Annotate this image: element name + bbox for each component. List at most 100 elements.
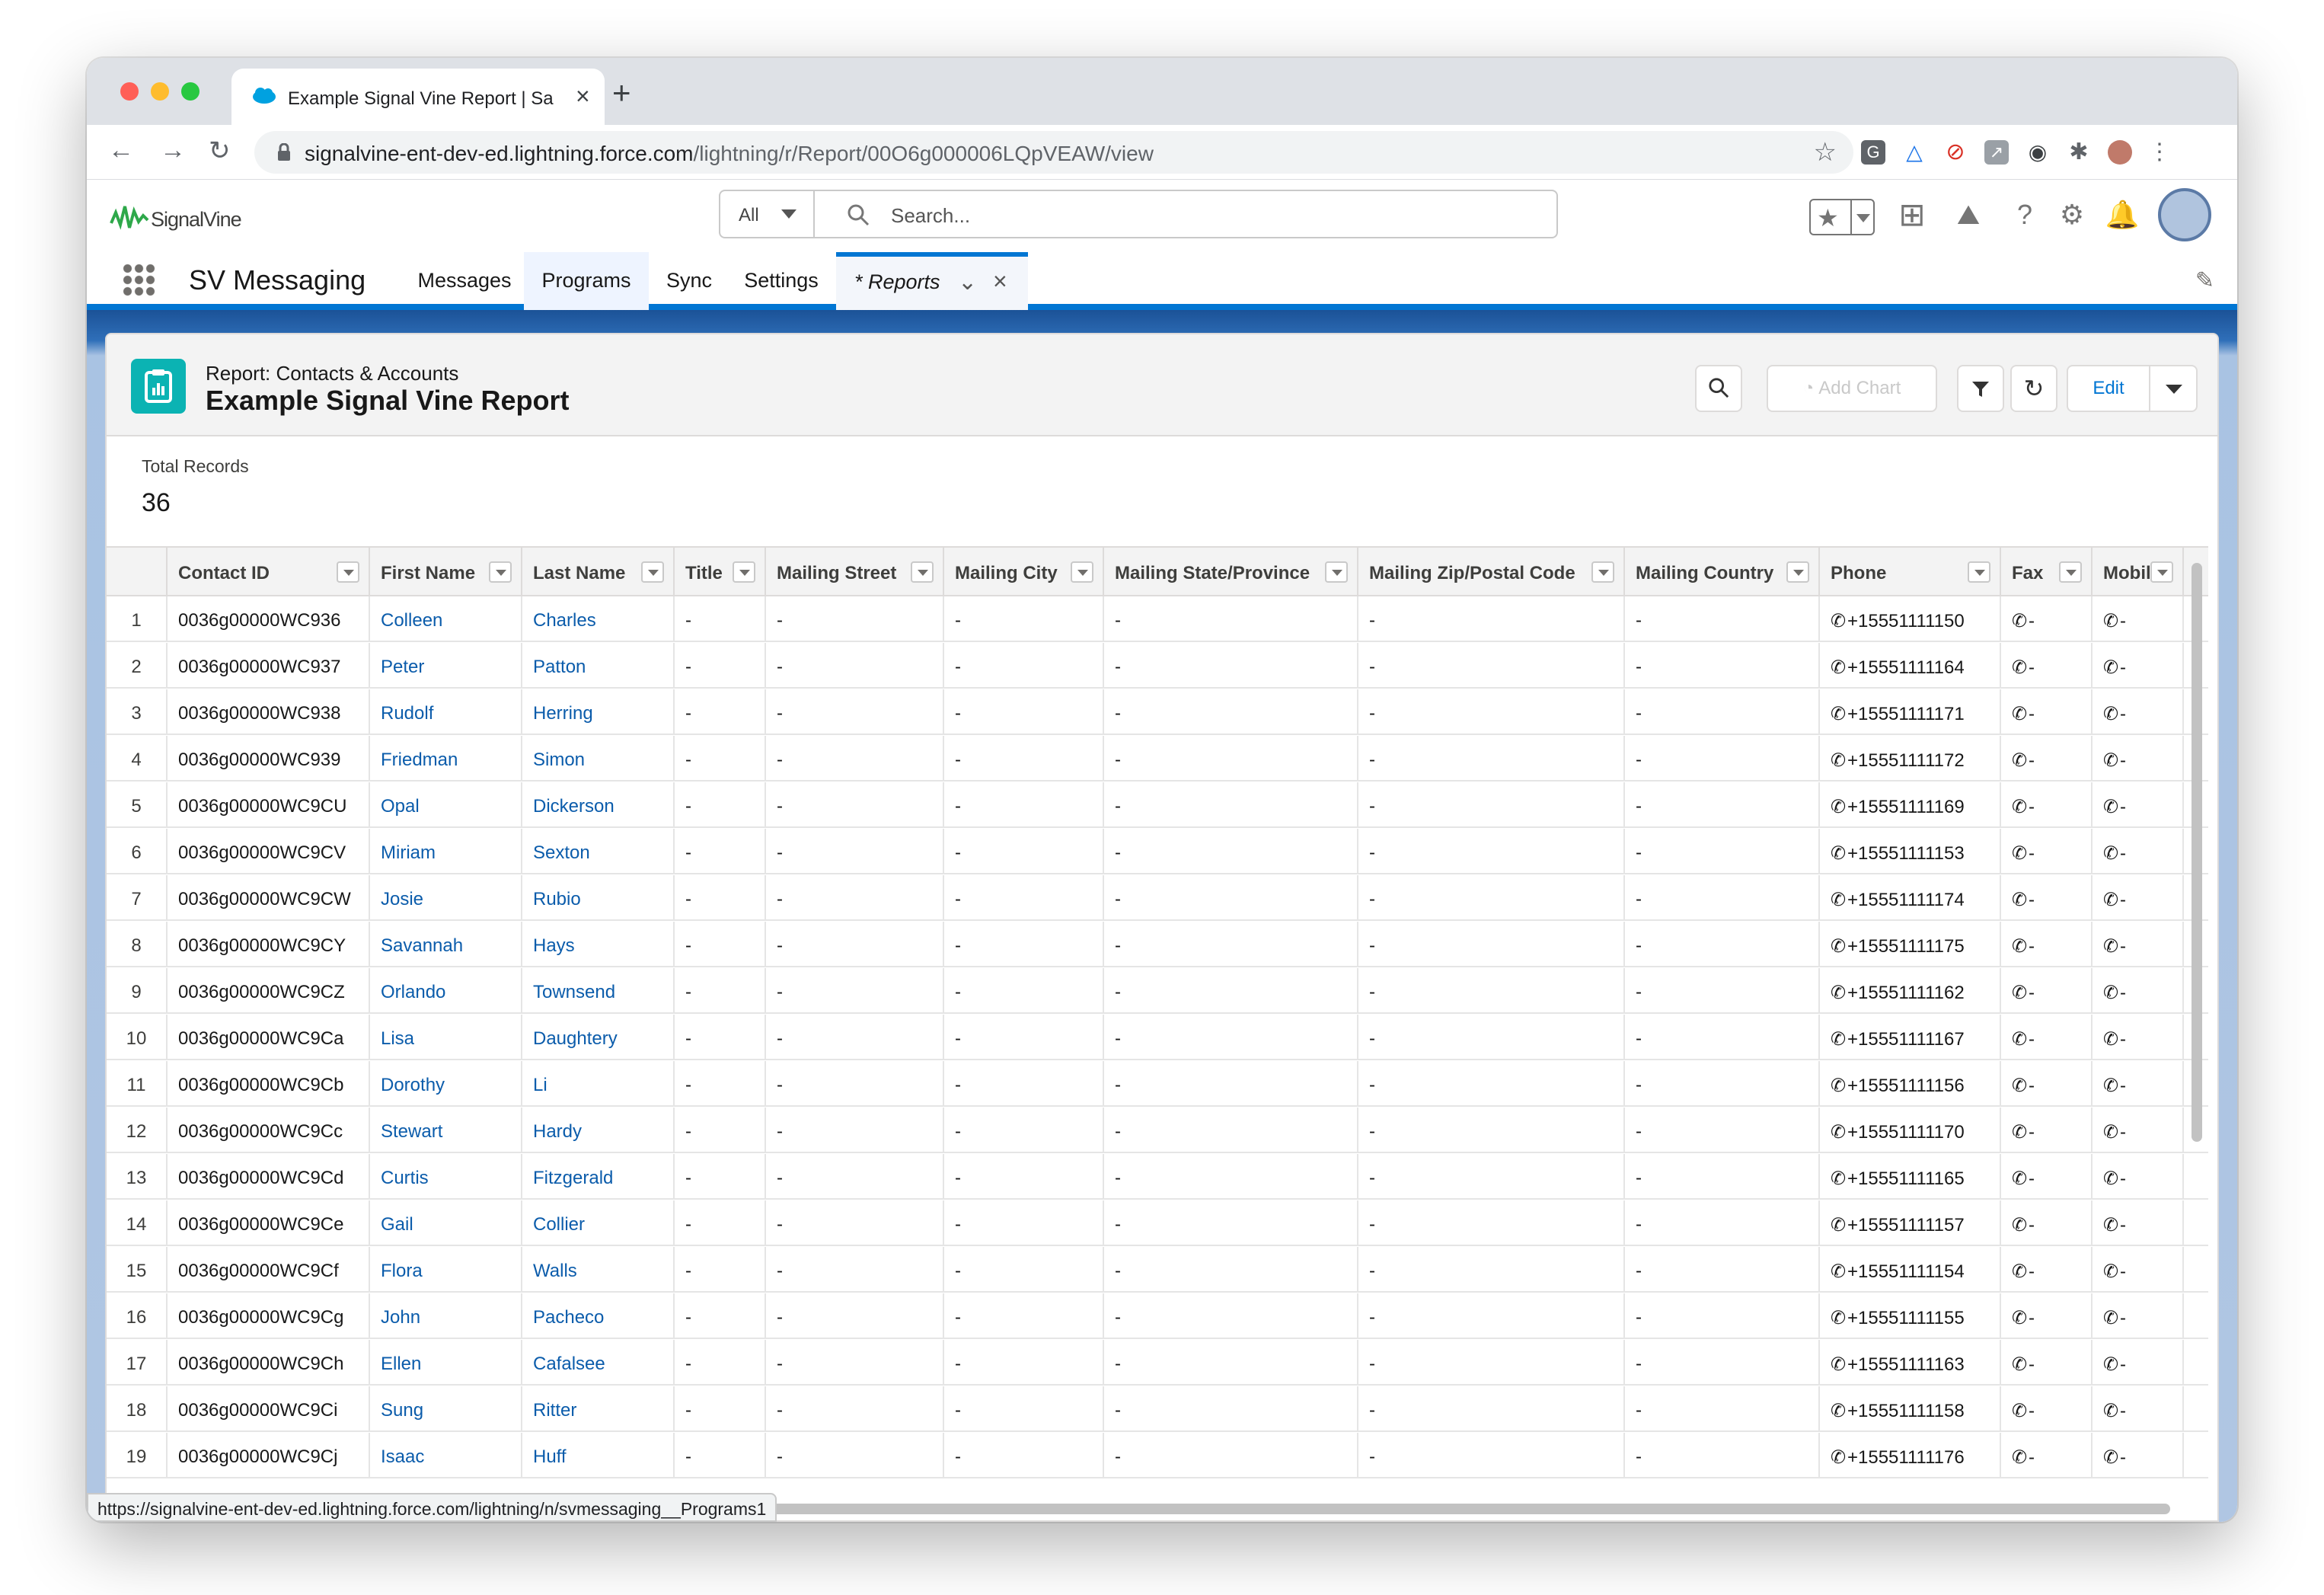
column-header-first-name[interactable]: First Name xyxy=(370,548,522,595)
close-tab-icon[interactable]: × xyxy=(993,267,1007,296)
phone-cell[interactable]: ✆+15551111174 xyxy=(1820,875,2001,919)
phone-cell[interactable]: ✆+15551111156 xyxy=(1820,1061,2001,1105)
phone-cell[interactable]: ✆+15551111157 xyxy=(1820,1200,2001,1245)
mobile-cell[interactable]: ✆- xyxy=(2093,875,2184,919)
first-name-link[interactable]: Rudolf xyxy=(370,689,522,734)
mobile-cell[interactable]: ✆- xyxy=(2093,1061,2184,1105)
phone-cell[interactable]: ✆+15551111176 xyxy=(1820,1433,2001,1477)
help-icon[interactable]: ? xyxy=(2007,197,2042,232)
mobile-cell[interactable]: ✆- xyxy=(2093,1340,2184,1384)
chevron-down-icon[interactable]: ⌄ xyxy=(958,269,977,296)
first-name-link[interactable]: Stewart xyxy=(370,1108,522,1152)
fax-cell[interactable]: ✆- xyxy=(2001,1340,2093,1384)
first-name-link[interactable]: Dorothy xyxy=(370,1061,522,1105)
first-name-link[interactable]: John xyxy=(370,1293,522,1338)
column-menu-chevron-icon[interactable] xyxy=(733,561,755,583)
arrow-extension-icon[interactable]: ↗ xyxy=(1984,140,2009,165)
column-header-mailing-country[interactable]: Mailing Country xyxy=(1625,548,1820,595)
fax-cell[interactable]: ✆- xyxy=(2001,1433,2093,1477)
mobile-cell[interactable]: ✆- xyxy=(2093,596,2184,641)
phone-cell[interactable]: ✆+15551111162 xyxy=(1820,968,2001,1012)
last-name-link[interactable]: Pacheco xyxy=(522,1293,675,1338)
last-name-link[interactable]: Fitzgerald xyxy=(522,1154,675,1198)
browser-tab[interactable]: Example Signal Vine Report | Sa × xyxy=(231,69,605,125)
fax-cell[interactable]: ✆- xyxy=(2001,829,2093,873)
forward-arrow-icon[interactable]: → xyxy=(160,136,186,165)
last-name-link[interactable]: Charles xyxy=(522,596,675,641)
phone-cell[interactable]: ✆+15551111153 xyxy=(1820,829,2001,873)
nav-item-messages[interactable]: Messages xyxy=(405,252,524,310)
mobile-cell[interactable]: ✆- xyxy=(2093,782,2184,826)
first-name-link[interactable]: Opal xyxy=(370,782,522,826)
phone-cell[interactable]: ✆+15551111164 xyxy=(1820,643,2001,687)
phone-cell[interactable]: ✆+15551111169 xyxy=(1820,782,2001,826)
puzzle-extensions-icon[interactable]: ✱ xyxy=(2067,140,2091,165)
add-chart-button[interactable]: ◔ Add Chart xyxy=(1767,365,1937,412)
mobile-cell[interactable]: ✆- xyxy=(2093,922,2184,966)
column-menu-chevron-icon[interactable] xyxy=(489,561,512,583)
first-name-link[interactable]: Sung xyxy=(370,1386,522,1430)
last-name-link[interactable]: Simon xyxy=(522,736,675,780)
column-menu-chevron-icon[interactable] xyxy=(641,561,664,583)
grammarly-extension-icon[interactable]: G xyxy=(1861,140,1885,165)
fax-cell[interactable]: ✆- xyxy=(2001,782,2093,826)
mobile-cell[interactable]: ✆- xyxy=(2093,1386,2184,1430)
fax-cell[interactable]: ✆- xyxy=(2001,1386,2093,1430)
last-name-link[interactable]: Herring xyxy=(522,689,675,734)
mobile-cell[interactable]: ✆- xyxy=(2093,1154,2184,1198)
fax-cell[interactable]: ✆- xyxy=(2001,968,2093,1012)
search-report-button[interactable] xyxy=(1695,365,1742,412)
phone-cell[interactable]: ✆+15551111175 xyxy=(1820,922,2001,966)
vertical-scrollbar[interactable] xyxy=(2192,563,2202,1142)
last-name-link[interactable]: Dickerson xyxy=(522,782,675,826)
last-name-link[interactable]: Hays xyxy=(522,922,675,966)
fax-cell[interactable]: ✆- xyxy=(2001,689,2093,734)
column-menu-chevron-icon[interactable] xyxy=(2150,561,2173,583)
phone-cell[interactable]: ✆+15551111154 xyxy=(1820,1247,2001,1291)
global-search[interactable]: All Search... xyxy=(719,190,1558,238)
column-menu-chevron-icon[interactable] xyxy=(911,561,934,583)
search-scope-select[interactable]: All xyxy=(720,191,815,237)
edit-nav-pencil-icon[interactable]: ✎ xyxy=(2195,267,2214,294)
first-name-link[interactable]: Flora xyxy=(370,1247,522,1291)
mobile-cell[interactable]: ✆- xyxy=(2093,968,2184,1012)
column-header-fax[interactable]: Fax xyxy=(2001,548,2093,595)
first-name-link[interactable]: Ellen xyxy=(370,1340,522,1384)
mobile-cell[interactable]: ✆- xyxy=(2093,1293,2184,1338)
column-menu-chevron-icon[interactable] xyxy=(1786,561,1809,583)
nav-item-programs[interactable]: Programs xyxy=(524,252,649,310)
column-header-mobile[interactable]: Mobile xyxy=(2093,548,2184,595)
first-name-link[interactable]: Miriam xyxy=(370,829,522,873)
fax-cell[interactable]: ✆- xyxy=(2001,1015,2093,1059)
fax-cell[interactable]: ✆- xyxy=(2001,1154,2093,1198)
maximize-window-button[interactable] xyxy=(181,82,200,101)
trailhead-icon[interactable]: ⛰ xyxy=(1951,197,1986,232)
blocker-extension-icon[interactable]: ⊘ xyxy=(1943,140,1968,165)
mobile-cell[interactable]: ✆- xyxy=(2093,1015,2184,1059)
setup-gear-icon[interactable]: ⚙ xyxy=(2054,197,2089,232)
phone-cell[interactable]: ✆+15551111158 xyxy=(1820,1386,2001,1430)
mobile-cell[interactable]: ✆- xyxy=(2093,1247,2184,1291)
column-header-title[interactable]: Title xyxy=(675,548,766,595)
first-name-link[interactable]: Savannah xyxy=(370,922,522,966)
last-name-link[interactable]: Patton xyxy=(522,643,675,687)
fax-cell[interactable]: ✆- xyxy=(2001,1247,2093,1291)
first-name-link[interactable]: Curtis xyxy=(370,1154,522,1198)
refresh-button[interactable]: ↻ xyxy=(2010,365,2057,412)
mobile-cell[interactable]: ✆- xyxy=(2093,829,2184,873)
first-name-link[interactable]: Peter xyxy=(370,643,522,687)
column-header-last-name[interactable]: Last Name xyxy=(522,548,675,595)
phone-cell[interactable]: ✆+15551111170 xyxy=(1820,1108,2001,1152)
back-arrow-icon[interactable]: ← xyxy=(108,136,134,165)
fax-cell[interactable]: ✆- xyxy=(2001,736,2093,780)
fax-cell[interactable]: ✆- xyxy=(2001,1293,2093,1338)
first-name-link[interactable]: Orlando xyxy=(370,968,522,1012)
phone-cell[interactable]: ✆+15551111172 xyxy=(1820,736,2001,780)
column-header-mailing-state-province[interactable]: Mailing State/Province xyxy=(1104,548,1358,595)
last-name-link[interactable]: Walls xyxy=(522,1247,675,1291)
first-name-link[interactable]: Friedman xyxy=(370,736,522,780)
new-tab-icon[interactable]: + xyxy=(612,75,631,111)
drive-extension-icon[interactable]: △ xyxy=(1902,140,1927,165)
tab-close-icon[interactable]: × xyxy=(576,82,590,110)
column-header-phone[interactable]: Phone xyxy=(1820,548,2001,595)
